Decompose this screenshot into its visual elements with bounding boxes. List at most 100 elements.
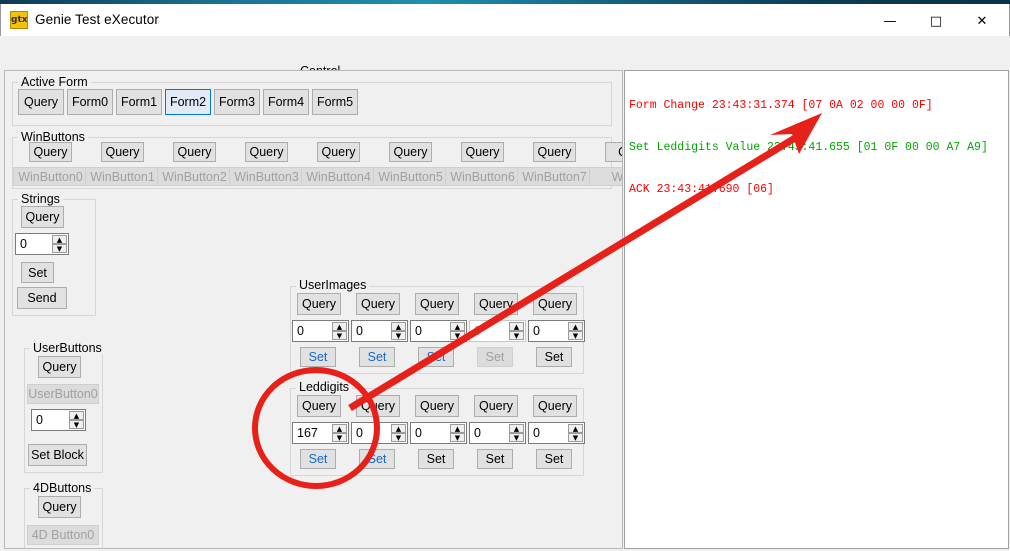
spinner-up-icon[interactable]: ▲: [52, 235, 67, 244]
spinner-up-icon[interactable]: ▲: [69, 411, 84, 420]
spinner-down-icon[interactable]: ▼: [450, 331, 465, 340]
spinner-up-icon[interactable]: ▲: [568, 322, 583, 331]
userimages-set-1[interactable]: Set: [359, 347, 395, 367]
spinner-up-icon[interactable]: ▲: [568, 424, 583, 433]
winbuttons-query-label-0: Query: [33, 145, 67, 159]
winbutton-3[interactable]: WinButton3: [229, 167, 304, 186]
spinner-up-icon[interactable]: ▲: [332, 424, 347, 433]
leddigits-spinner-1[interactable]: 0 ▲▼: [351, 422, 408, 444]
spinner-down-icon[interactable]: ▼: [450, 433, 465, 442]
userimages-spinner-0[interactable]: 0 ▲▼: [292, 320, 349, 342]
userimages-spinner-4[interactable]: 0 ▲▼: [528, 320, 585, 342]
winbutton-4[interactable]: WinButton4: [301, 167, 376, 186]
leddigits-set-0[interactable]: Set: [300, 449, 336, 469]
active-form-button-form4[interactable]: Form4: [263, 89, 309, 115]
leddigits-set-3[interactable]: Set: [477, 449, 513, 469]
winbuttons-query-6[interactable]: Query: [461, 142, 504, 162]
spinner-up-icon[interactable]: ▲: [332, 322, 347, 331]
leddigits-query-3[interactable]: Query: [474, 395, 518, 417]
winbutton-6[interactable]: WinButton6: [445, 167, 520, 186]
winbuttons-query-4[interactable]: Query: [317, 142, 360, 162]
winbutton-5[interactable]: WinButton5: [373, 167, 448, 186]
userimages-query-label-4: Query: [538, 297, 572, 311]
spinner-up-icon[interactable]: ▲: [391, 322, 406, 331]
spinner-down-icon[interactable]: ▼: [391, 331, 406, 340]
spinner-down-icon[interactable]: ▼: [332, 433, 347, 442]
serial-log-pane[interactable]: Form Change 23:43:31.374 [07 0A 02 00 00…: [624, 70, 1009, 549]
leddigits-query-0[interactable]: Query: [297, 395, 341, 417]
winbuttons-query-2[interactable]: Query: [173, 142, 216, 162]
userbutton-0[interactable]: UserButton0: [27, 384, 99, 404]
userbuttons-index-spinner[interactable]: 0 ▲ ▼: [31, 409, 86, 431]
winbutton-label-6: WinButton6: [450, 170, 515, 184]
userimages-query-1[interactable]: Query: [356, 293, 400, 315]
leddigits-query-4[interactable]: Query: [533, 395, 577, 417]
spinner-down-icon[interactable]: ▼: [509, 331, 524, 340]
spinner-down-icon[interactable]: ▼: [568, 331, 583, 340]
userimages-query-label-3: Query: [479, 297, 513, 311]
winbuttons-query-5[interactable]: Query: [389, 142, 432, 162]
leddigits-query-1[interactable]: Query: [356, 395, 400, 417]
userimages-spinner-3[interactable]: 0 ▲▼: [469, 320, 526, 342]
winbuttons-query-0[interactable]: Query: [29, 142, 72, 162]
winbuttons-query-8[interactable]: Qu: [605, 142, 623, 162]
active-form-button-form1[interactable]: Form1: [116, 89, 162, 115]
spinner-up-icon[interactable]: ▲: [391, 424, 406, 433]
active-form-query-button[interactable]: Query: [18, 89, 64, 115]
spinner-down-icon[interactable]: ▼: [69, 420, 84, 429]
winbutton-2[interactable]: WinButton2: [157, 167, 232, 186]
leddigits-spinner-3[interactable]: 0 ▲▼: [469, 422, 526, 444]
spinner-down-icon[interactable]: ▼: [52, 244, 67, 253]
leddigits-query-2[interactable]: Query: [415, 395, 459, 417]
active-form-button-form2[interactable]: Form2: [165, 89, 211, 115]
spinner-down-icon[interactable]: ▼: [568, 433, 583, 442]
userbuttons-set-block-button[interactable]: Set Block: [28, 444, 87, 466]
winbuttons-query-1[interactable]: Query: [101, 142, 144, 162]
userimages-query-0[interactable]: Query: [297, 293, 341, 315]
spinner-up-icon[interactable]: ▲: [509, 322, 524, 331]
userimages-query-4[interactable]: Query: [533, 293, 577, 315]
fourdbuttons-query-button[interactable]: Query: [38, 496, 81, 518]
winbuttons-query-label-1: Query: [105, 145, 139, 159]
winbuttons-query-7[interactable]: Query: [533, 142, 576, 162]
winbutton-0[interactable]: WinButton0: [13, 167, 88, 186]
winbuttons-query-3[interactable]: Query: [245, 142, 288, 162]
spinner-up-icon[interactable]: ▲: [450, 424, 465, 433]
leddigits-spinner-4[interactable]: 0 ▲▼: [528, 422, 585, 444]
leddigits-set-2[interactable]: Set: [418, 449, 454, 469]
userimages-set-0[interactable]: Set: [300, 347, 336, 367]
close-button[interactable]: ✕: [959, 8, 1005, 36]
minimize-button[interactable]: —: [867, 8, 913, 36]
spinner-down-icon[interactable]: ▼: [391, 433, 406, 442]
winbutton-7[interactable]: WinButton7: [517, 167, 592, 186]
leddigits-set-4[interactable]: Set: [536, 449, 572, 469]
active-form-label-form2: Form2: [170, 95, 206, 109]
userimages-set-2[interactable]: Set: [418, 347, 454, 367]
winbutton-1[interactable]: WinButton1: [85, 167, 160, 186]
spinner-down-icon[interactable]: ▼: [332, 331, 347, 340]
strings-index-spinner[interactable]: 0 ▲ ▼: [15, 233, 69, 255]
active-form-button-form3[interactable]: Form3: [214, 89, 260, 115]
leddigits-set-1[interactable]: Set: [359, 449, 395, 469]
spinner-down-icon[interactable]: ▼: [509, 433, 524, 442]
leddigits-spinner-2[interactable]: 0 ▲▼: [410, 422, 467, 444]
spinner-up-icon[interactable]: ▲: [450, 322, 465, 331]
spinner-up-icon[interactable]: ▲: [509, 424, 524, 433]
userimages-query-3[interactable]: Query: [474, 293, 518, 315]
strings-send-button[interactable]: Send: [17, 287, 67, 309]
strings-query-button[interactable]: Query: [21, 206, 64, 228]
leddigits-spinner-0[interactable]: 167 ▲▼: [292, 422, 349, 444]
userimages-set-4[interactable]: Set: [536, 347, 572, 367]
active-form-button-form5[interactable]: Form5: [312, 89, 358, 115]
userbuttons-index-value: 0: [36, 410, 43, 430]
userimages-spinner-2[interactable]: 0 ▲▼: [410, 320, 467, 342]
strings-index-value: 0: [20, 234, 27, 254]
strings-set-button[interactable]: Set: [21, 262, 54, 283]
userimages-spinner-1[interactable]: 0 ▲▼: [351, 320, 408, 342]
active-form-button-form0[interactable]: Form0: [67, 89, 113, 115]
fourd-button-0[interactable]: 4D Button0: [27, 525, 99, 545]
winbutton-8[interactable]: WinB: [589, 167, 623, 186]
maximize-button[interactable]: □: [913, 8, 959, 36]
userbuttons-query-button[interactable]: Query: [38, 356, 81, 378]
userimages-query-2[interactable]: Query: [415, 293, 459, 315]
